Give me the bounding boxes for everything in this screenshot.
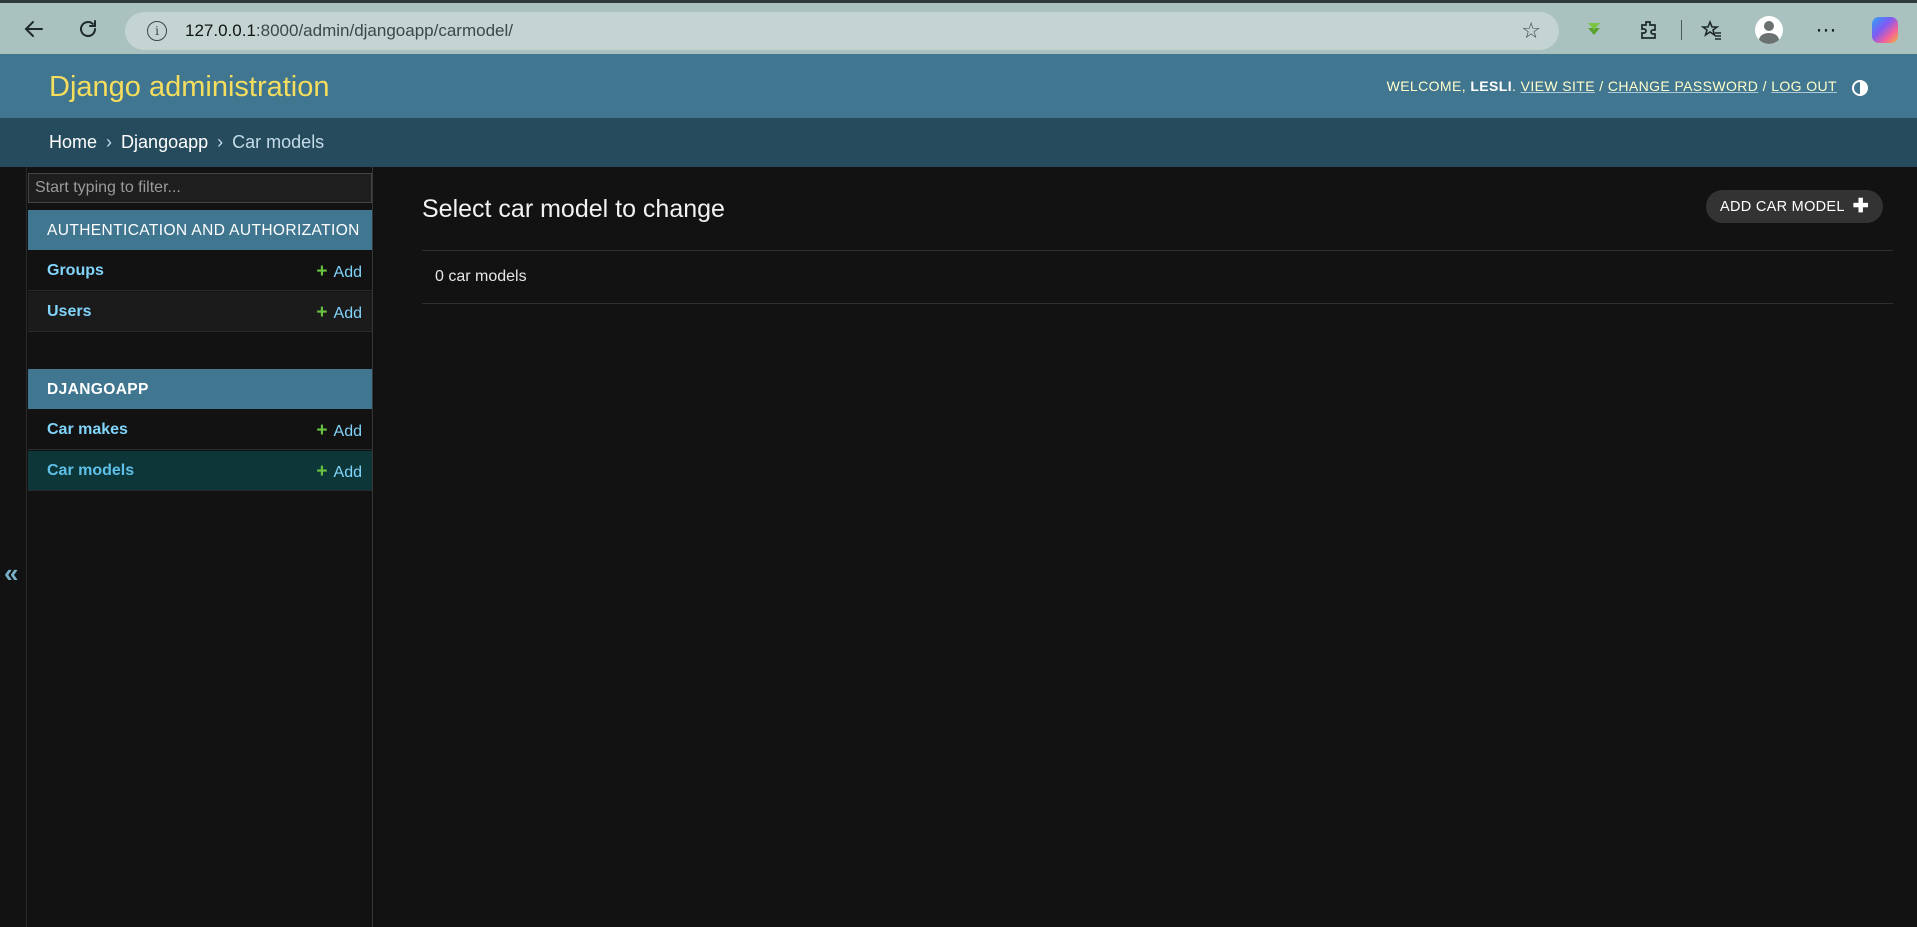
breadcrumb-separator: › — [217, 132, 224, 152]
browser-toolbar: i 127.0.0.1:8000/admin/djangoapp/carmode… — [0, 0, 1917, 54]
log-out-link[interactable]: LOG OUT — [1771, 78, 1837, 94]
module-caption-djangoapp[interactable]: DJANGOAPP — [28, 369, 372, 409]
site-header: Django administration WELCOME, LESLI. VI… — [0, 54, 1917, 118]
sidebar-item-groups: Groups + Add — [28, 251, 372, 291]
reload-icon[interactable] — [73, 14, 103, 44]
model-link-groups[interactable]: Groups — [47, 262, 104, 280]
breadcrumb-home[interactable]: Home — [49, 132, 97, 152]
add-groups-link[interactable]: + Add — [316, 261, 362, 283]
model-link-users[interactable]: Users — [47, 303, 91, 321]
extensions-icon[interactable] — [1634, 15, 1664, 45]
result-list: 0 car models — [422, 250, 1893, 304]
model-link-car-makes[interactable]: Car makes — [47, 421, 128, 439]
breadcrumb-current: Car models — [232, 132, 325, 152]
plus-icon: + — [316, 461, 328, 482]
sidebar-item-car-makes: Car makes + Add — [28, 410, 372, 450]
profile-avatar-icon[interactable] — [1755, 16, 1783, 44]
page-title: Select car model to change — [422, 195, 725, 223]
collapse-sidebar-icon[interactable]: « — [4, 558, 18, 589]
back-arrow-icon[interactable] — [19, 14, 49, 44]
breadcrumb-separator: › — [106, 132, 113, 152]
welcome-text: WELCOME, — [1386, 78, 1467, 94]
module-caption-auth[interactable]: AUTHENTICATION AND AUTHORIZATION — [28, 210, 372, 250]
site-brand[interactable]: Django administration — [49, 71, 329, 104]
sidebar-item-car-models: Car models + Add — [28, 451, 372, 491]
site-info-icon[interactable]: i — [147, 21, 167, 41]
add-users-link[interactable]: + Add — [316, 302, 362, 324]
url-text[interactable]: 127.0.0.1:8000/admin/djangoapp/carmodel/ — [185, 21, 513, 41]
username: LESLI — [1470, 78, 1512, 94]
model-link-car-models[interactable]: Car models — [47, 462, 134, 480]
more-menu-icon[interactable]: ⋯ — [1811, 15, 1841, 45]
theme-toggle-icon[interactable] — [1852, 80, 1868, 96]
favorites-icon[interactable] — [1697, 15, 1727, 45]
add-car-model-button[interactable]: ADD CAR MODEL ✚ — [1706, 190, 1883, 223]
add-label: Add — [333, 264, 362, 281]
add-car-models-link[interactable]: + Add — [316, 461, 362, 483]
toolbar-separator — [1681, 20, 1682, 40]
address-bar[interactable]: i 127.0.0.1:8000/admin/djangoapp/carmode… — [125, 12, 1559, 50]
plus-icon: + — [316, 420, 328, 441]
user-tools-separator: / — [1599, 78, 1604, 94]
plus-icon: + — [316, 302, 328, 323]
sidebar-toggle-strip[interactable]: « — [0, 167, 27, 927]
add-label: Add — [333, 423, 362, 440]
result-count: 0 car models — [435, 268, 527, 285]
view-site-link[interactable]: VIEW SITE — [1521, 78, 1595, 94]
plus-icon: ✚ — [1852, 196, 1869, 217]
user-tools: WELCOME, LESLI. VIEW SITE / CHANGE PASSW… — [1386, 78, 1837, 94]
nav-filter-input[interactable] — [28, 173, 372, 203]
add-label: Add — [333, 305, 362, 322]
copilot-icon[interactable] — [1872, 17, 1898, 43]
plus-icon: + — [316, 261, 328, 282]
breadcrumb-app[interactable]: Djangoapp — [121, 132, 208, 152]
breadcrumb: Home › Djangoapp › Car models — [0, 118, 1917, 167]
sidebar-item-users: Users + Add — [28, 292, 372, 332]
add-label: Add — [333, 464, 362, 481]
change-password-link[interactable]: CHANGE PASSWORD — [1608, 78, 1758, 94]
favorite-star-icon[interactable]: ☆ — [1521, 18, 1541, 44]
add-car-makes-link[interactable]: + Add — [316, 420, 362, 442]
add-car-model-label: ADD CAR MODEL — [1720, 198, 1845, 215]
user-tools-separator: / — [1762, 78, 1767, 94]
download-icon[interactable] — [1579, 15, 1609, 45]
